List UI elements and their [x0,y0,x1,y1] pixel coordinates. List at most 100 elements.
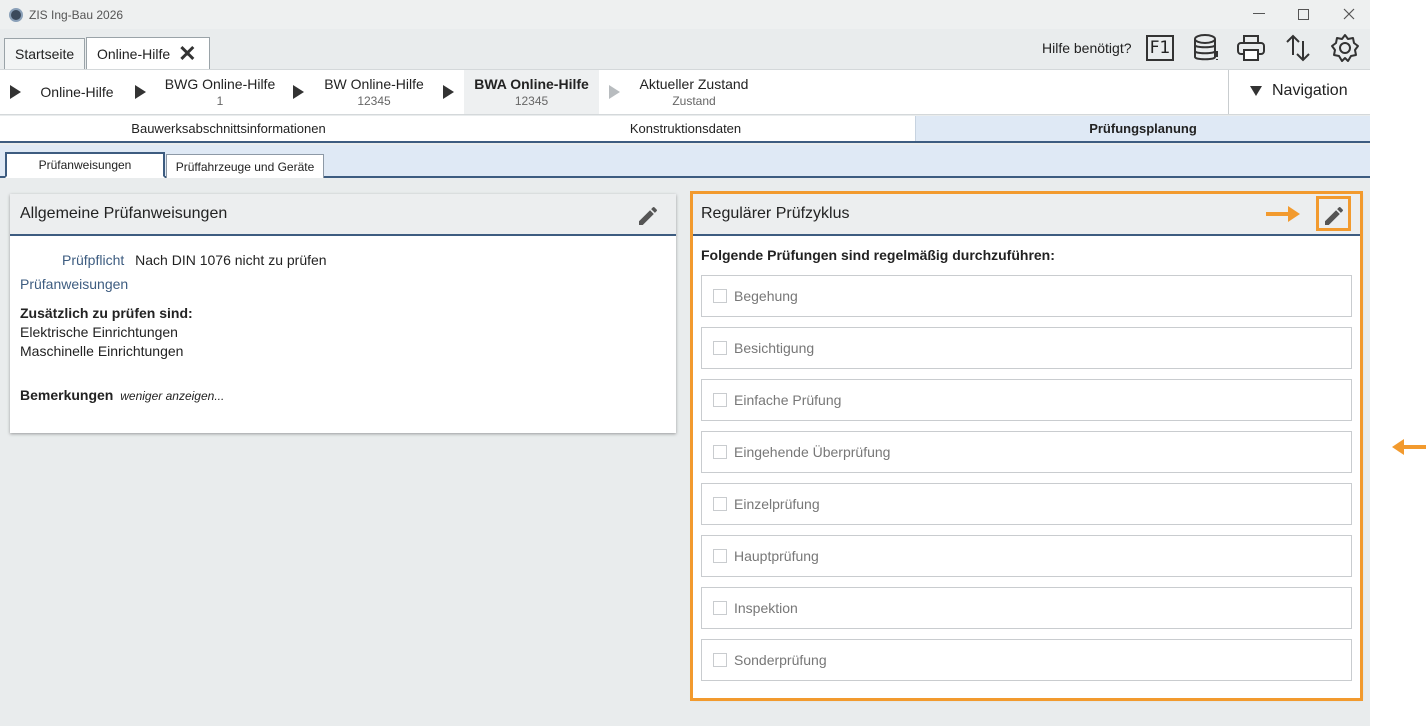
sub-tabs: Prüfanweisungen Prüffahrzeuge und Geräte [0,145,1370,178]
tab-online-hilfe[interactable]: Online-Hilfe ✕ [86,37,210,69]
breadcrumb-sub: Zustand [672,94,716,108]
breadcrumb-item-bw[interactable]: BW Online-Hilfe 12345 [318,70,430,114]
f1-help-button[interactable]: F1 [1145,32,1175,64]
checkbox-label: Eingehende Überprüfung [734,444,891,460]
navigation-divider [1228,70,1229,114]
tab-bauwerksabschnittsinformationen[interactable]: Bauwerksabschnittsinformationen [0,116,457,141]
pruefpflicht-row: Prüfpflicht Nach DIN 1076 nicht zu prüfe… [62,252,327,268]
panel-header: Regulärer Prüfzyklus [693,194,1361,236]
breadcrumb-title: Aktueller Zustand [639,76,749,92]
tab-konstruktionsdaten[interactable]: Konstruktionsdaten [457,116,914,141]
panel-title: Allgemeine Prüfanweisungen [20,205,228,222]
checkbox-box[interactable] [713,549,727,563]
checkbox-box[interactable] [713,497,727,511]
breadcrumb-arrow-icon [10,85,21,99]
close-tab-icon[interactable]: ✕ [178,42,196,65]
checkbox-label: Sonderprüfung [734,652,827,668]
checkbox-sonderpruefung[interactable]: Sonderprüfung [701,639,1352,681]
checkbox-label: Einzelprüfung [734,496,820,512]
zusaetzlich-label: Zusätzlich zu prüfen sind: [20,305,193,321]
panel-title: Regulärer Prüfzyklus [701,205,850,222]
breadcrumb-title: BWA Online-Hilfe [474,76,589,92]
breadcrumb-arrow-icon [293,85,304,99]
checkbox-label: Einfache Prüfung [734,392,842,408]
breadcrumb-arrow-icon [135,85,146,99]
checkbox-label: Begehung [734,288,798,304]
section-tabs: Bauwerksabschnittsinformationen Konstruk… [0,116,1370,143]
title-bar: ZIS Ing-Bau 2026 [0,0,1370,29]
checkbox-inspektion[interactable]: Inspektion [701,587,1352,629]
tab-label: Bauwerksabschnittsinformationen [131,121,326,136]
edit-pencil-icon[interactable] [1320,202,1348,230]
zusaetzlich-item: Elektrische Einrichtungen [20,324,178,340]
bemerkungen-row: Bemerkungen weniger anzeigen... [20,387,224,403]
checkbox-box[interactable] [713,601,727,615]
database-icon[interactable] [1191,32,1221,64]
tab-startseite-label: Startseite [15,46,75,62]
checkbox-hauptpruefung[interactable]: Hauptprüfung [701,535,1352,577]
panel-header: Allgemeine Prüfanweisungen [10,194,676,236]
checkbox-box[interactable] [713,393,727,407]
app-logo-icon [9,7,23,22]
breadcrumb-arrow-icon [443,85,454,99]
upload-icon[interactable] [1283,32,1313,64]
checkbox-einzelpruefung[interactable]: Einzelprüfung [701,483,1352,525]
breadcrumb: Online-Hilfe BWG Online-Hilfe 1 BW Onlin… [0,69,1370,115]
subtab-label: Prüfanweisungen [38,158,132,172]
checkbox-box[interactable] [713,653,727,667]
breadcrumb-item-bwg[interactable]: BWG Online-Hilfe 1 [160,70,280,114]
edit-pencil-icon[interactable] [634,202,662,230]
checkbox-box[interactable] [713,445,727,459]
breadcrumb-item-zustand[interactable]: Aktueller Zustand Zustand [634,70,754,114]
chevron-down-icon [1250,86,1262,96]
regulaerer-pruefzyklus-panel: Regulärer Prüfzyklus Folgende Prüfungen … [693,194,1361,698]
checkbox-einfache-pruefung[interactable]: Einfache Prüfung [701,379,1352,421]
pruefpflicht-label: Prüfpflicht [62,252,125,268]
navigation-label: Navigation [1272,82,1348,99]
tab-online-hilfe-label: Online-Hilfe [97,45,171,62]
subtab-label: Prüffahrzeuge und Geräte [175,159,315,174]
regular-checks-intro: Folgende Prüfungen sind regelmäßig durch… [701,247,1055,263]
breadcrumb-sub: 1 [216,94,224,108]
checkbox-label: Besichtigung [734,340,815,356]
arrow-left-icon [1392,439,1426,455]
show-less-link[interactable]: weniger anzeigen... [120,389,224,403]
checkbox-eingehende-ueberpruefung[interactable]: Eingehende Überprüfung [701,431,1352,473]
checkbox-box[interactable] [713,341,727,355]
pruefpflicht-value: Nach DIN 1076 nicht zu prüfen [135,252,327,268]
bemerkungen-label: Bemerkungen [20,387,114,403]
navigation-button[interactable]: Navigation [1250,82,1348,100]
checkbox-label: Inspektion [734,600,798,616]
allgemeine-pruefanweisungen-panel: Allgemeine Prüfanweisungen Prüfpflicht N… [10,194,676,433]
breadcrumb-arrow-icon [609,85,620,99]
checkbox-besichtigung[interactable]: Besichtigung [701,327,1352,369]
zusaetzlich-item: Maschinelle Einrichtungen [20,343,184,359]
breadcrumb-sub: 12345 [357,94,391,108]
tab-label: Prüfungsplanung [1089,121,1197,136]
checkbox-begehung[interactable]: Begehung [701,275,1352,317]
breadcrumb-item-bwa[interactable]: BWA Online-Hilfe 12345 [464,70,599,114]
minimize-icon[interactable] [1248,4,1270,24]
checkbox-label: Hauptprüfung [734,548,819,564]
app-window: ZIS Ing-Bau 2026 Startseite Online-Hilfe… [0,0,1370,726]
tab-startseite[interactable]: Startseite [4,38,85,69]
document-tab-bar: Startseite Online-Hilfe ✕ Hilfe benötigt… [0,29,1370,69]
subtab-prueffahrzeuge[interactable]: Prüffahrzeuge und Geräte [166,154,324,178]
tab-label: Konstruktionsdaten [629,121,742,136]
subtab-pruefanweisungen[interactable]: Prüfanweisungen [5,152,165,178]
breadcrumb-item-online-hilfe[interactable]: Online-Hilfe [32,70,122,114]
settings-icon[interactable] [1330,32,1360,64]
f1-label: F1 [1146,35,1174,61]
breadcrumb-title: Online-Hilfe [40,84,114,100]
breadcrumb-title: BW Online-Hilfe [324,76,424,92]
pruefanweisungen-label: Prüfanweisungen [20,276,129,292]
checkbox-box[interactable] [713,289,727,303]
tab-pruefungsplanung[interactable]: Prüfungsplanung [915,116,1370,141]
maximize-icon[interactable] [1292,4,1314,24]
help-text: Hilfe benötigt? [1042,40,1132,56]
breadcrumb-title: BWG Online-Hilfe [164,76,276,92]
close-window-icon[interactable] [1338,4,1360,24]
print-icon[interactable] [1236,32,1266,64]
arrow-right-icon [1266,206,1300,222]
window-title: ZIS Ing-Bau 2026 [29,7,124,22]
